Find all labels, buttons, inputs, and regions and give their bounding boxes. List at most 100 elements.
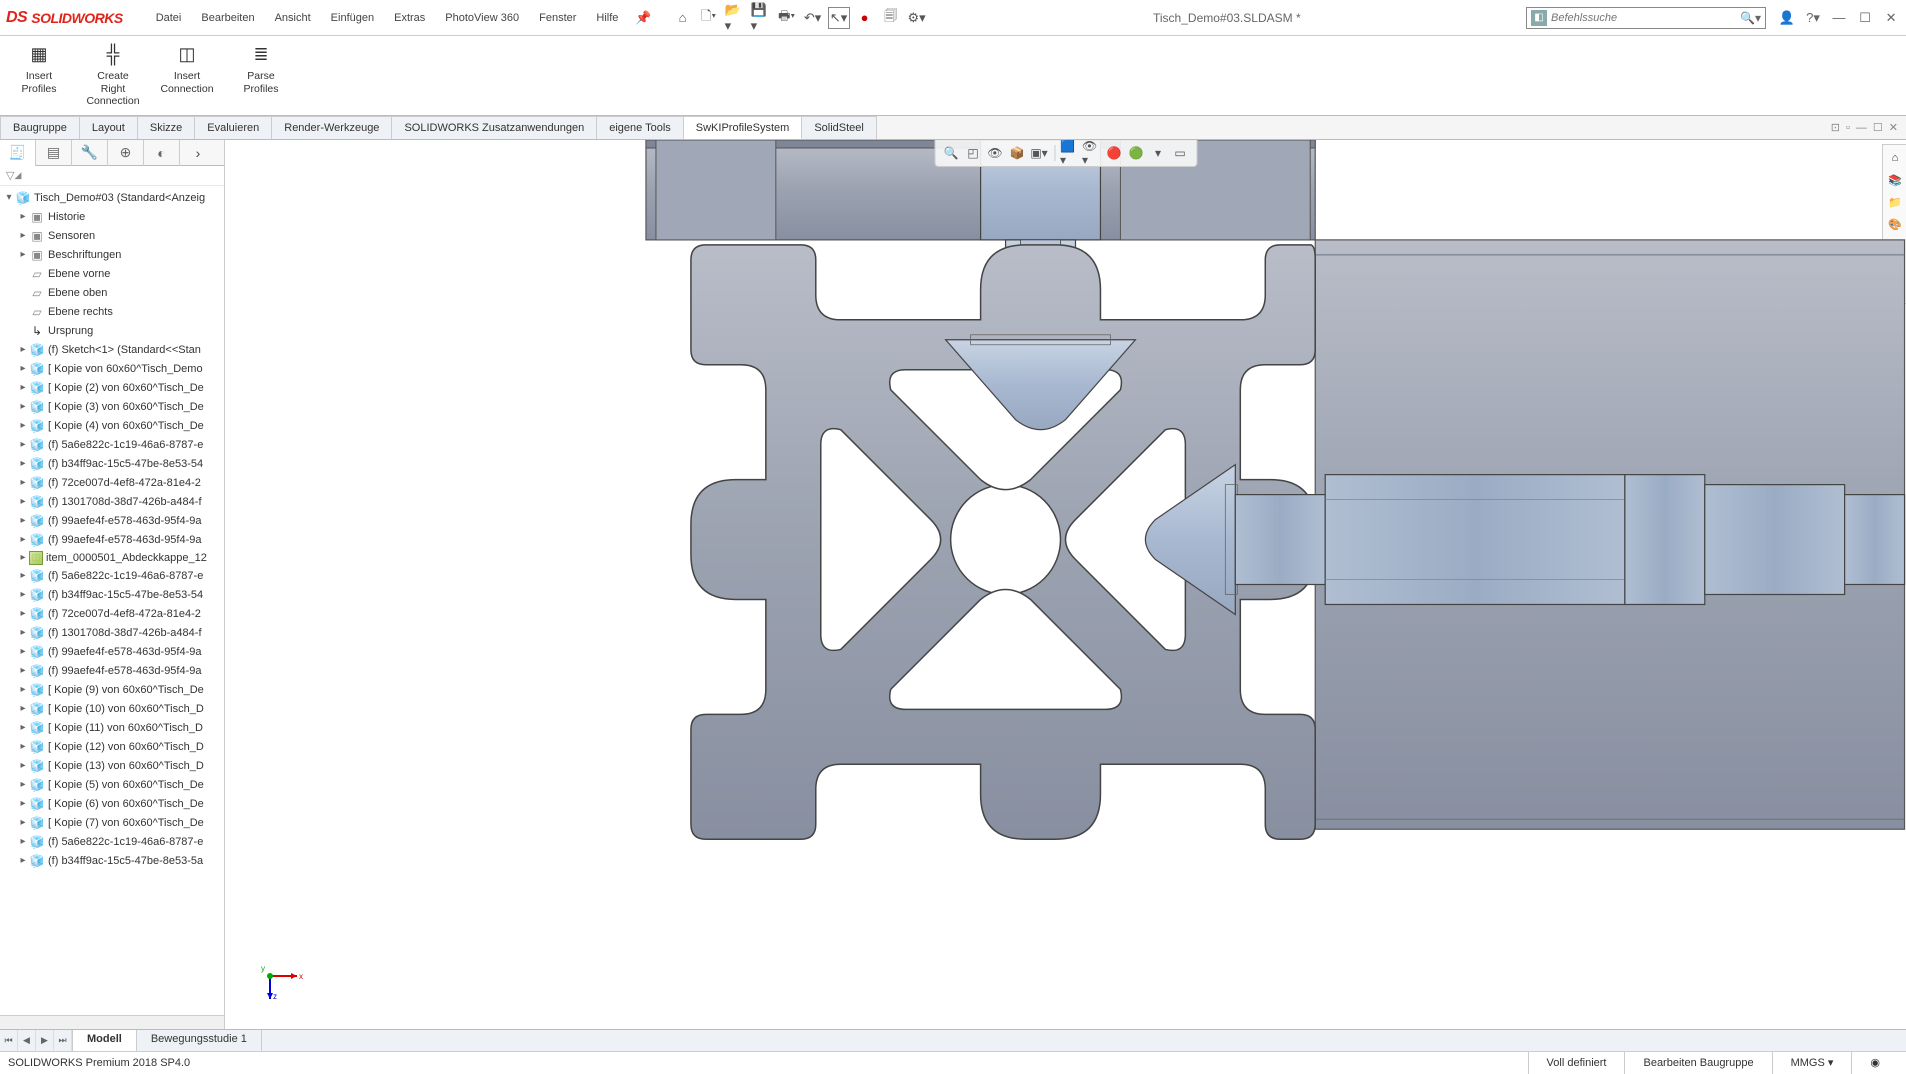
tree-item-16[interactable]: ▸🧊(f) 99aefe4f-e578-463d-95f4-9a bbox=[0, 642, 224, 661]
expand-icon[interactable]: ▾ bbox=[4, 192, 14, 203]
cmdtab-layout[interactable]: Layout bbox=[80, 116, 138, 139]
expand-icon[interactable]: ▸ bbox=[18, 382, 28, 393]
display-manager-tab[interactable]: ◐ bbox=[144, 140, 180, 166]
expand-icon[interactable]: ▸ bbox=[18, 230, 28, 241]
cmdtab-swkiprofilesystem[interactable]: SwKIProfileSystem bbox=[684, 116, 803, 139]
maximize-icon[interactable]: ☐ bbox=[1856, 10, 1874, 26]
ribbon-create-button[interactable]: ╬CreateRightConnection bbox=[82, 40, 144, 108]
zoom-fit-icon[interactable]: 🔍 bbox=[941, 143, 961, 163]
expand-icon[interactable]: ▸ bbox=[18, 344, 28, 355]
tree-item-25[interactable]: ▸🧊[ Kopie (7) von 60x60^Tisch_De bbox=[0, 813, 224, 832]
tree-hscroll[interactable] bbox=[0, 1015, 224, 1029]
tree-item-24[interactable]: ▸🧊[ Kopie (6) von 60x60^Tisch_De bbox=[0, 794, 224, 813]
tree-item-8[interactable]: ▸🧊(f) 1301708d-38d7-426b-a484-f bbox=[0, 492, 224, 511]
menu-hilfe[interactable]: Hilfe bbox=[587, 8, 627, 28]
expand-icon[interactable]: ▸ bbox=[18, 211, 28, 222]
search-input[interactable] bbox=[1551, 12, 1740, 24]
minimize-icon[interactable]: — bbox=[1830, 10, 1848, 25]
tree-sensoren[interactable]: ▸▣Sensoren bbox=[0, 226, 224, 245]
render-region-icon[interactable]: ▭ bbox=[1170, 143, 1190, 163]
tree-root-assembly[interactable]: ▾🧊Tisch_Demo#03 (Standard<Anzeig bbox=[0, 188, 224, 207]
tree-ebene-vorne[interactable]: ▱Ebene vorne bbox=[0, 264, 224, 283]
tree-filter[interactable]: ▽◢ bbox=[0, 166, 224, 186]
more-tabs-icon[interactable]: › bbox=[180, 140, 216, 166]
expand-icon[interactable]: ▸ bbox=[18, 570, 28, 581]
view-orient-icon[interactable]: ▣▾ bbox=[1029, 143, 1049, 163]
user-icon[interactable]: 👤 bbox=[1778, 10, 1796, 26]
tree-item-27[interactable]: ▸🧊(f) b34ff9ac-15c5-47be-8e53-5a bbox=[0, 851, 224, 870]
status-units[interactable]: MMGS ▾ bbox=[1772, 1052, 1852, 1074]
expand-icon[interactable]: ▸ bbox=[18, 608, 28, 619]
doc-switch-icon[interactable]: ⊡ bbox=[1831, 121, 1840, 134]
expand-icon[interactable]: ▸ bbox=[18, 779, 28, 790]
tree-item-14[interactable]: ▸🧊(f) 72ce007d-4ef8-472a-81e4-2 bbox=[0, 604, 224, 623]
tab-next-icon[interactable]: ▶ bbox=[36, 1030, 54, 1051]
save-icon[interactable]: 💾▾ bbox=[750, 7, 772, 29]
cmdtab-skizze[interactable]: Skizze bbox=[138, 116, 195, 139]
command-search[interactable]: ◧ 🔍▾ bbox=[1526, 7, 1766, 29]
doc-min-icon[interactable]: — bbox=[1856, 122, 1867, 134]
configuration-tab[interactable]: 🔧 bbox=[72, 140, 108, 166]
tree-item-15[interactable]: ▸🧊(f) 1301708d-38d7-426b-a484-f bbox=[0, 623, 224, 642]
tree-item-17[interactable]: ▸🧊(f) 99aefe4f-e578-463d-95f4-9a bbox=[0, 661, 224, 680]
tree-item-21[interactable]: ▸🧊[ Kopie (12) von 60x60^Tisch_D bbox=[0, 737, 224, 756]
tree-item-1[interactable]: ▸🧊[ Kopie von 60x60^Tisch_Demo bbox=[0, 359, 224, 378]
feature-tree[interactable]: ▾🧊Tisch_Demo#03 (Standard<Anzeig▸▣Histor… bbox=[0, 186, 224, 1015]
expand-icon[interactable]: ▸ bbox=[18, 401, 28, 412]
graphics-viewport[interactable]: 🔍 ◰ 👁 📦 ▣▾ 🟦▾ 👁▾ 🔴 🟢 ▾ ▭ ⌂ 📚 📁 🎨 ◉ ▤ ⊟ bbox=[225, 140, 1906, 1029]
cmdtab-solidworks-zusatzanwendungen[interactable]: SOLIDWORKS Zusatzanwendungen bbox=[392, 116, 597, 139]
property-manager-tab[interactable]: ▤ bbox=[36, 140, 72, 166]
tree-item-23[interactable]: ▸🧊[ Kopie (5) von 60x60^Tisch_De bbox=[0, 775, 224, 794]
cmdtab-render-werkzeuge[interactable]: Render-Werkzeuge bbox=[272, 116, 392, 139]
expand-icon[interactable]: ▸ bbox=[18, 420, 28, 431]
display-style-icon[interactable]: 🟦▾ bbox=[1060, 143, 1080, 163]
expand-icon[interactable]: ▸ bbox=[18, 703, 28, 714]
tree-ursprung[interactable]: ↳Ursprung bbox=[0, 321, 224, 340]
ribbon-insert-button[interactable]: ▦InsertProfiles bbox=[8, 40, 70, 95]
expand-icon[interactable]: ▸ bbox=[18, 817, 28, 828]
menu-einfügen[interactable]: Einfügen bbox=[322, 8, 383, 28]
rebuild-icon[interactable]: ● bbox=[854, 7, 876, 29]
tree-ebene-oben[interactable]: ▱Ebene oben bbox=[0, 283, 224, 302]
tree-item-4[interactable]: ▸🧊[ Kopie (4) von 60x60^Tisch_De bbox=[0, 416, 224, 435]
tree-item-2[interactable]: ▸🧊[ Kopie (2) von 60x60^Tisch_De bbox=[0, 378, 224, 397]
settings-icon[interactable]: ⚙▾ bbox=[906, 7, 928, 29]
ribbon-insert-button[interactable]: ◫InsertConnection bbox=[156, 40, 218, 95]
options-icon[interactable]: 🗐 bbox=[880, 7, 902, 29]
expand-icon[interactable]: ▸ bbox=[18, 496, 28, 507]
tree-beschriftungen[interactable]: ▸▣Beschriftungen bbox=[0, 245, 224, 264]
orientation-triad[interactable]: x z y bbox=[255, 951, 305, 1001]
hide-show-icon[interactable]: 👁▾ bbox=[1082, 143, 1102, 163]
close-icon[interactable]: ✕ bbox=[1882, 10, 1900, 26]
dimxpert-tab[interactable]: ⊕ bbox=[108, 140, 144, 166]
tree-item-9[interactable]: ▸🧊(f) 99aefe4f-e578-463d-95f4-9a bbox=[0, 511, 224, 530]
expand-icon[interactable]: ▸ bbox=[18, 741, 28, 752]
doc-list-icon[interactable]: ▫ bbox=[1846, 122, 1850, 134]
tree-ebene-rechts[interactable]: ▱Ebene rechts bbox=[0, 302, 224, 321]
expand-icon[interactable]: ▸ bbox=[18, 798, 28, 809]
menu-bearbeiten[interactable]: Bearbeiten bbox=[192, 8, 263, 28]
open-icon[interactable]: 📂▾ bbox=[724, 7, 746, 29]
tab-first-icon[interactable]: ⏮ bbox=[0, 1030, 18, 1051]
print-icon[interactable]: 🖶▾ bbox=[776, 7, 798, 29]
tree-item-12[interactable]: ▸🧊(f) 5a6e822c-1c19-46a6-8787-e bbox=[0, 566, 224, 585]
expand-icon[interactable]: ▸ bbox=[18, 836, 28, 847]
section-view-icon[interactable]: 📦 bbox=[1007, 143, 1027, 163]
expand-icon[interactable]: ▸ bbox=[18, 665, 28, 676]
expand-icon[interactable]: ▸ bbox=[18, 534, 28, 545]
bottom-tab-modell[interactable]: Modell bbox=[73, 1030, 137, 1051]
tree-item-18[interactable]: ▸🧊[ Kopie (9) von 60x60^Tisch_De bbox=[0, 680, 224, 699]
expand-icon[interactable]: ▸ bbox=[18, 439, 28, 450]
feature-tree-tab[interactable]: 🧾 bbox=[0, 140, 36, 166]
expand-icon[interactable]: ▸ bbox=[18, 249, 28, 260]
expand-icon[interactable]: ▸ bbox=[18, 515, 28, 526]
menu-ansicht[interactable]: Ansicht bbox=[266, 8, 320, 28]
tree-item-3[interactable]: ▸🧊[ Kopie (3) von 60x60^Tisch_De bbox=[0, 397, 224, 416]
view-settings-icon[interactable]: ▾ bbox=[1148, 143, 1168, 163]
ribbon-parse-button[interactable]: ≣ParseProfiles bbox=[230, 40, 292, 95]
tree-historie[interactable]: ▸▣Historie bbox=[0, 207, 224, 226]
tree-item-10[interactable]: ▸🧊(f) 99aefe4f-e578-463d-95f4-9a bbox=[0, 530, 224, 549]
select-icon[interactable]: ↖▾ bbox=[828, 7, 850, 29]
tree-item-22[interactable]: ▸🧊[ Kopie (13) von 60x60^Tisch_D bbox=[0, 756, 224, 775]
zoom-area-icon[interactable]: ◰ bbox=[963, 143, 983, 163]
